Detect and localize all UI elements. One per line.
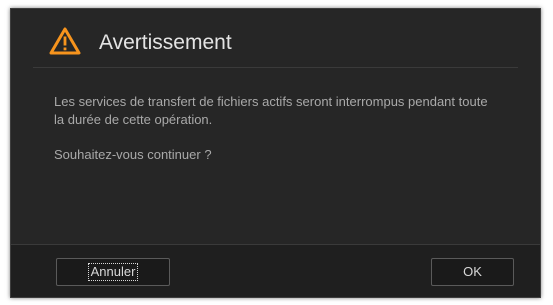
cancel-button-label: Annuler — [87, 263, 139, 281]
ok-button[interactable]: OK — [431, 258, 514, 286]
message-text: Les services de transfert de fichiers ac… — [54, 94, 488, 127]
dialog-message: Les services de transfert de fichiers ac… — [54, 93, 494, 164]
confirm-question: Souhaitez-vous continuer ? — [54, 147, 212, 162]
dialog-title: Avertissement — [99, 31, 232, 54]
warning-dialog: Avertissement Les services de transfert … — [10, 8, 541, 298]
cancel-button[interactable]: Annuler — [56, 258, 170, 286]
dialog-title-bar: Avertissement — [11, 9, 540, 71]
warning-triangle-icon — [49, 27, 81, 55]
dialog-footer: Annuler OK — [11, 244, 540, 297]
title-divider — [33, 67, 518, 68]
